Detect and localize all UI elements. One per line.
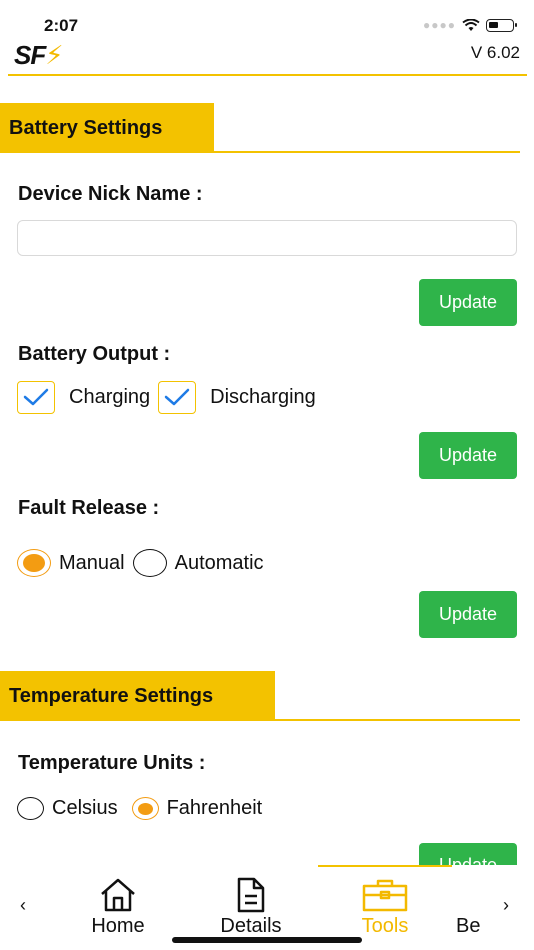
manual-radio[interactable] [17, 549, 51, 577]
discharging-label[interactable]: Discharging [210, 386, 316, 409]
update-battery-output-button[interactable]: Update [419, 432, 517, 479]
update-temperature-units-button[interactable]: Update [419, 843, 517, 865]
logo-bolt-icon: ⚡ [45, 40, 63, 70]
battery-icon [486, 18, 517, 32]
radio-selected-dot [23, 554, 45, 572]
active-tab-indicator [318, 865, 452, 867]
celsius-radio[interactable] [17, 797, 44, 820]
charging-checkbox[interactable] [17, 380, 55, 414]
update-fault-release-button[interactable]: Update [419, 591, 517, 638]
charging-label[interactable]: Charging [69, 386, 150, 409]
tab-partial[interactable]: Be [440, 877, 490, 938]
radio-selected-dot [137, 802, 153, 815]
device-nick-name-label: Device Nick Name : [18, 183, 203, 205]
manual-label[interactable]: Manual [59, 552, 125, 575]
app-version: V 6.02 [470, 43, 520, 62]
temperature-settings-divider [275, 719, 520, 721]
temperature-settings-header: Temperature Settings [0, 671, 275, 721]
fahrenheit-radio[interactable] [131, 797, 159, 820]
temperature-units-options: Celsius Fahrenheit [17, 797, 270, 820]
fault-release-label: Fault Release : [18, 497, 160, 519]
wifi-icon [462, 18, 480, 31]
scroll-left-icon[interactable]: ‹ [20, 895, 26, 916]
battery-output-options: Charging Discharging [17, 380, 324, 414]
logo-text: SF [14, 40, 46, 70]
update-nick-name-button[interactable]: Update [419, 279, 517, 326]
tab-details-label: Details [220, 915, 282, 937]
battery-settings-header: Battery Settings [0, 103, 214, 153]
tab-tools[interactable]: Tools [330, 877, 440, 938]
tab-partial-label: Be [456, 915, 481, 937]
checkmark-icon [164, 388, 190, 406]
tab-tools-label: Tools [361, 915, 409, 937]
bottom-tab-bar: ‹ Home Details Tools Be › [0, 865, 534, 950]
status-time: 2:07 [44, 16, 79, 35]
tab-details[interactable]: Details [196, 877, 306, 938]
tab-home[interactable]: Home [63, 877, 173, 938]
celsius-label[interactable]: Celsius [52, 797, 118, 820]
device-nick-name-input[interactable] [17, 220, 517, 256]
document-icon [234, 877, 268, 913]
battery-output-label: Battery Output : [18, 343, 171, 365]
status-icons: ●●●● [423, 18, 517, 32]
fahrenheit-label[interactable]: Fahrenheit [167, 797, 263, 820]
app-header: SF⚡ V 6.02 [0, 36, 534, 76]
app-logo: SF⚡ [14, 40, 64, 71]
temperature-units-label: Temperature Units : [18, 752, 206, 774]
tab-home-label: Home [91, 915, 145, 937]
home-indicator [172, 937, 362, 943]
toolbox-icon [361, 877, 409, 913]
automatic-label[interactable]: Automatic [175, 552, 264, 575]
checkmark-icon [23, 388, 49, 406]
fault-release-options: Manual Automatic [17, 549, 272, 577]
discharging-checkbox[interactable] [158, 380, 197, 414]
scroll-right-icon[interactable]: › [503, 895, 509, 916]
status-bar: 2:07 ●●●● [0, 0, 534, 36]
cellular-signal-icon: ●●●● [423, 18, 456, 32]
battery-settings-title: Battery Settings [9, 116, 163, 139]
home-icon [98, 877, 138, 913]
automatic-radio[interactable] [132, 549, 167, 577]
temperature-settings-title: Temperature Settings [9, 684, 214, 707]
battery-settings-divider [214, 151, 520, 153]
header-divider [8, 74, 527, 76]
